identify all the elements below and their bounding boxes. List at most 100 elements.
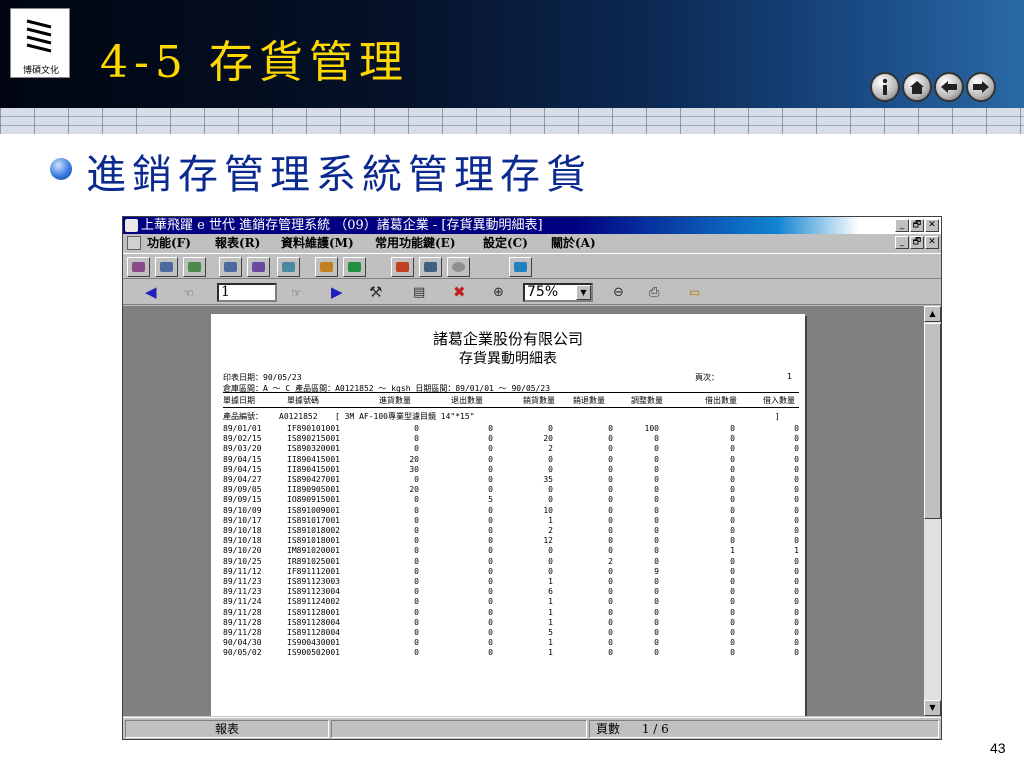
table-cell: 0: [730, 556, 735, 566]
printer-icon[interactable]: ⎙: [649, 285, 659, 300]
next-page-icon[interactable]: ☞: [291, 286, 302, 301]
table-cell: 0: [794, 424, 799, 433]
export-icon[interactable]: [509, 257, 532, 277]
menu-settings[interactable]: 設定(C): [483, 235, 528, 251]
menu-report[interactable]: 報表(R): [215, 235, 260, 251]
table-cell: 1: [794, 546, 799, 556]
minimize-icon[interactable]: _: [895, 219, 909, 232]
chart-icon[interactable]: [343, 257, 366, 277]
clock-icon[interactable]: [447, 257, 470, 277]
table-cell: 0: [414, 607, 419, 617]
home-icon[interactable]: [902, 72, 932, 102]
table-cell: IS900502001: [287, 648, 340, 658]
table-cell: 0: [654, 536, 659, 546]
text-icon[interactable]: [419, 257, 442, 277]
table-row: 89/11/23 IS891123004 0 0 6 0 0 0 0: [223, 587, 799, 597]
chevron-down-icon[interactable]: ▼: [576, 285, 591, 300]
table-cell: 0: [608, 495, 613, 505]
table-cell: 0: [548, 556, 553, 566]
tools-icon[interactable]: ⚒: [369, 285, 382, 300]
print-icon[interactable]: [127, 257, 150, 277]
product-desc: [ 3M AF-100專業型濾目鏡 14"*15": [335, 412, 475, 421]
table-row: 89/03/20 IS890320001 0 0 2 0 0 0 0: [223, 444, 799, 454]
slide: 博碩文化 4-5 存貨管理 進銷存管理系統管理存貨 上華飛躍 e 世代 進銷存管…: [0, 0, 1024, 768]
back-arrow-icon[interactable]: [934, 72, 964, 102]
table-cell: IS891018001: [287, 536, 340, 546]
table-cell: II890905001: [287, 485, 340, 495]
page-value: 1: [787, 372, 792, 381]
table-cell: 0: [488, 587, 493, 597]
child-close-icon[interactable]: ✕: [925, 236, 939, 249]
prev-page-icon[interactable]: ☜: [183, 286, 194, 301]
table-cell: 89/11/28: [223, 628, 262, 637]
menu-about[interactable]: 關於(A): [551, 235, 596, 251]
print-icon[interactable]: [183, 257, 206, 277]
table-row: 89/04/15 II890415001 30 0 0 0 0 0 0: [223, 465, 799, 475]
scroll-thumb[interactable]: [924, 323, 941, 519]
table-header: 進貨數量: [379, 396, 411, 405]
table-cell: 0: [608, 577, 613, 586]
window-controls: _ 🗗 ✕: [895, 219, 939, 232]
close-icon[interactable]: ✕: [925, 219, 939, 232]
table-cell: 0: [654, 597, 659, 607]
print-icon[interactable]: [219, 257, 242, 277]
table-cell: 0: [654, 577, 659, 586]
document-icon[interactable]: ▤: [413, 285, 425, 300]
table-cell: 0: [488, 546, 493, 556]
table-cell: 0: [608, 464, 613, 474]
scroll-down-icon[interactable]: ▼: [924, 700, 941, 716]
print-icon[interactable]: [155, 257, 178, 277]
child-restore-icon[interactable]: 🗗: [910, 236, 924, 249]
zoom-out-icon[interactable]: ⊖: [613, 285, 624, 300]
slide-page-number: 43: [990, 740, 1006, 756]
table-cell: 0: [488, 577, 493, 586]
table-row: 89/10/09 IS891009001 0 0 10 0 0 0 0: [223, 506, 799, 516]
menu-bar: 功能(F) 報表(R) 資料維護(M) 常用功能鍵(E) 設定(C) 關於(A)…: [123, 234, 941, 252]
report-viewport[interactable]: 諸葛企業股份有限公司 存貨異動明細表 印表日期：90/05/23 頁次： 1 倉…: [123, 306, 924, 716]
table-cell: IF890101001: [287, 424, 340, 433]
table-cell: 5: [548, 628, 553, 637]
table-cell: IS891017001: [287, 515, 340, 525]
table-cell: 1: [548, 638, 553, 648]
app-window: 上華飛躍 e 世代 進銷存管理系統 （09）諸葛企業 - [存貨異動明細表] _…: [122, 216, 942, 740]
first-page-icon[interactable]: ◀: [145, 285, 157, 300]
last-page-icon[interactable]: ▶: [331, 285, 343, 300]
page-number-input[interactable]: 1: [217, 283, 277, 302]
menu-maintenance[interactable]: 資料維護(M): [281, 235, 354, 251]
table-cell: 0: [488, 607, 493, 617]
table-cell: 0: [608, 444, 613, 454]
info-icon[interactable]: [870, 72, 900, 102]
table-cell: 0: [794, 505, 799, 515]
table-cell: 0: [654, 556, 659, 566]
menu-hotkeys[interactable]: 常用功能鍵(E): [375, 235, 456, 251]
scroll-up-icon[interactable]: ▲: [924, 306, 941, 322]
table-cell: 2: [608, 556, 613, 566]
document-menu-icon[interactable]: [127, 236, 141, 250]
report-icon[interactable]: [315, 257, 338, 277]
table-cell: 89/04/27: [223, 475, 262, 484]
print-icon[interactable]: [277, 257, 300, 277]
close-report-icon[interactable]: ✖: [453, 285, 466, 300]
table-cell: IS891018002: [287, 526, 340, 535]
table-row: 89/10/17 IS891017001 0 0 1 0 0 0 0: [223, 516, 799, 526]
table-cell: 0: [654, 526, 659, 535]
table-cell: 0: [488, 526, 493, 535]
vertical-scrollbar[interactable]: ▲ ▼: [924, 306, 941, 716]
restore-icon[interactable]: 🗗: [910, 219, 924, 232]
menu-function[interactable]: 功能(F): [147, 235, 191, 251]
forward-arrow-icon[interactable]: [966, 72, 996, 102]
table-cell: 0: [608, 475, 613, 484]
table-cell: 0: [414, 648, 419, 658]
folder-icon[interactable]: ▭: [689, 285, 700, 300]
child-minimize-icon[interactable]: _: [895, 236, 909, 249]
table-cell: 0: [730, 485, 735, 495]
zoom-select[interactable]: 75% ▼: [523, 283, 593, 302]
table-cell: 0: [794, 454, 799, 464]
table-cell: 0: [654, 495, 659, 505]
table-cell: 1: [548, 597, 553, 607]
edit-icon[interactable]: [391, 257, 414, 277]
print-icon[interactable]: [247, 257, 270, 277]
table-cell: 0: [654, 434, 659, 444]
table-cell: 89/04/15: [223, 464, 262, 474]
zoom-in-icon[interactable]: ⊕: [493, 285, 504, 300]
